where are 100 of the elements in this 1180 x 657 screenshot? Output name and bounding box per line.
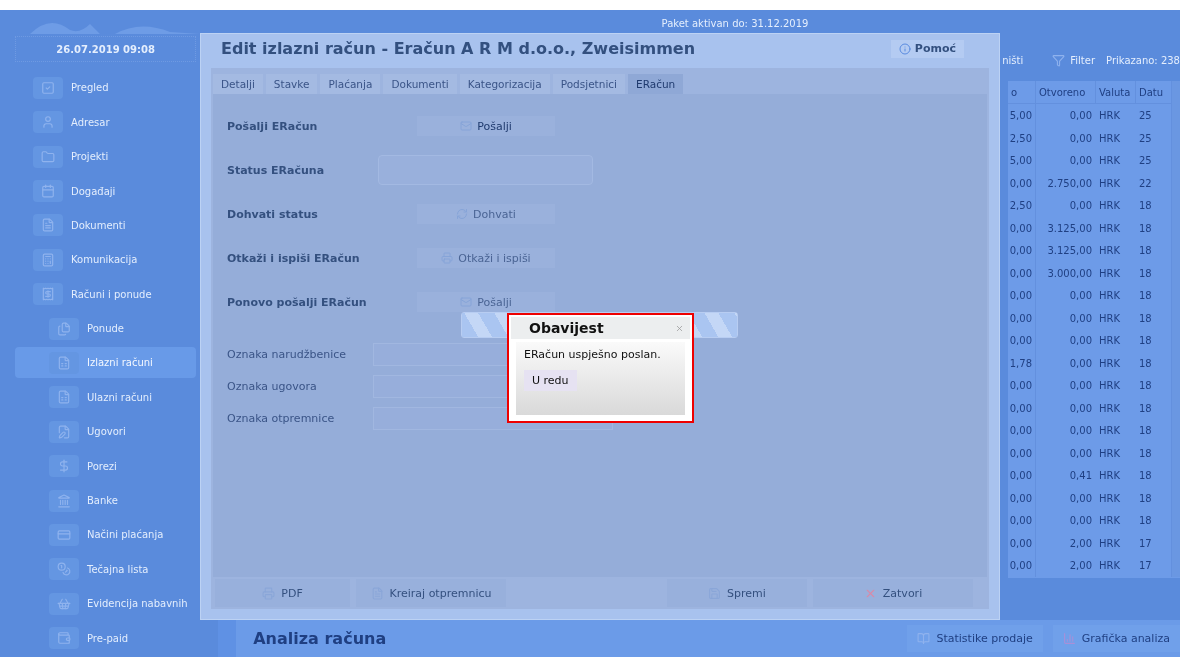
table-cell: 0,00 (1008, 374, 1036, 397)
ok-button[interactable]: U redu (524, 370, 577, 391)
toolbar-button[interactable]: ništi (1002, 54, 1024, 66)
table-cell-text: 2.750,00 (1046, 176, 1093, 191)
table-cell: 22 (1136, 171, 1172, 195)
analysis-title: Analiza računa (253, 629, 388, 648)
field-label: Pošalji ERačun (227, 119, 319, 133)
coins-icon (49, 558, 79, 581)
table-cell: 18 (1136, 419, 1172, 442)
table-cell: 18 (1136, 261, 1172, 285)
table-cell: 0,00 (1008, 486, 1036, 510)
sidebar-item[interactable]: Ugovori (15, 416, 197, 448)
sidebar-item[interactable]: Pregled (15, 72, 197, 104)
footer-button[interactable]: Kreiraj otpremnicu (356, 579, 506, 607)
info-icon (898, 42, 911, 55)
table-cell-text: 0,00 (1068, 424, 1093, 439)
table-cell-text: 0,41 (1068, 469, 1093, 484)
bank-icon (49, 489, 79, 512)
receipt-icon (33, 283, 63, 306)
sidebar-item[interactable]: Ponude (15, 313, 197, 345)
table-cell-text: HRK (1098, 401, 1122, 416)
table-cell-text: HRK (1098, 379, 1122, 394)
sidebar-item[interactable]: Tečajna lista (15, 553, 197, 585)
help-button[interactable]: Pomoć (890, 39, 964, 58)
table-cell: 0,00 (1008, 509, 1036, 532)
table-cell: 25 (1136, 126, 1172, 150)
filter-button[interactable]: Filter (1070, 54, 1096, 66)
wallet-icon (49, 627, 79, 650)
sidebar-item[interactable]: Izlazni računi (15, 347, 197, 379)
table-cell-text: HRK (1098, 266, 1122, 281)
table-cell-text: 3.000,00 (1046, 266, 1093, 281)
footer-button[interactable]: Spremi (667, 579, 807, 607)
document-icon (33, 214, 63, 237)
sidebar-item[interactable]: Porezi (15, 450, 197, 482)
footer-button[interactable]: Zatvori (813, 579, 973, 607)
sidebar-item[interactable]: Projekti (15, 141, 197, 173)
analysis-button[interactable]: Grafička analiza (1052, 625, 1180, 652)
column-header[interactable]: Valuta (1096, 81, 1136, 105)
table-cell-text: 2,00 (1068, 536, 1093, 551)
table-cell-text: HRK (1098, 514, 1122, 529)
table-cell-text: 0,00 (1068, 491, 1093, 506)
column-header[interactable]: Otvoreno (1036, 81, 1096, 105)
table-cell: 0,00 (1008, 239, 1036, 262)
column-header[interactable]: o (1008, 81, 1036, 105)
sidebar-item[interactable]: Pre-paid (15, 622, 197, 654)
analysis-button[interactable]: Statistike prodaje (907, 625, 1043, 652)
tab[interactable]: Podsjetnici (552, 74, 625, 94)
table-cell: 18 (1136, 509, 1172, 532)
table-cell-text: HRK (1098, 559, 1122, 574)
table-cell-text: 0,00 (1068, 109, 1093, 124)
sidebar-item[interactable]: Ulazni računi (15, 381, 197, 413)
sidebar-item[interactable]: Načini plaćanja (15, 519, 197, 551)
tab[interactable]: Stavke (265, 74, 318, 94)
tab[interactable]: Dokumenti (383, 74, 457, 94)
table-cell: 18 (1136, 441, 1172, 465)
table-cell-text: HRK (1098, 109, 1122, 124)
table-cell-text: HRK (1098, 446, 1122, 461)
alert-title: Obavijest (529, 320, 604, 336)
sidebar-item[interactable]: Adresar (15, 106, 197, 138)
table-cell: 18 (1136, 239, 1172, 262)
table-cell-text: 0,00 (1068, 514, 1093, 529)
sidebar-item[interactable]: Računi i ponude (15, 278, 197, 310)
table-cell-text: HRK (1098, 536, 1122, 551)
tab[interactable]: Detalji (213, 74, 263, 94)
documents-icon (49, 317, 79, 340)
table-cell: 18 (1136, 216, 1172, 240)
table-cell: 18 (1136, 284, 1172, 307)
card-icon (49, 523, 79, 546)
table-cell: 0,00 (1008, 419, 1036, 442)
dollar-icon (49, 455, 79, 478)
table-cell-text: 0,00 (1068, 334, 1093, 349)
table-cell-text: HRK (1098, 356, 1122, 371)
table-cell-text: 0,00 (1068, 356, 1093, 371)
table-cell: 0,00 (1008, 396, 1036, 420)
table-cell-text: 0,00 (1068, 379, 1093, 394)
sidebar-item[interactable]: Banke (15, 485, 197, 517)
table-cell: 18 (1136, 464, 1172, 487)
filter-icon (1052, 53, 1066, 67)
tab[interactable]: Kategorizacija (459, 74, 550, 94)
table-cell: 0,00 (1008, 554, 1036, 577)
tab[interactable]: Plaćanja (320, 74, 381, 94)
table-cell: 5,00 (1008, 149, 1036, 172)
invoice-icon (49, 386, 79, 409)
action-button[interactable]: Pošalji (417, 116, 555, 136)
table-cell: 0,00 (1008, 216, 1036, 240)
table-cell: 2,50 (1008, 194, 1036, 217)
invoice-icon (49, 352, 79, 374)
table-cell: 0,00 (1008, 464, 1036, 487)
sidebar-item[interactable]: Dokumenti (15, 209, 197, 241)
table-cell: 5,00 (1008, 104, 1036, 127)
tab[interactable]: ERačun (628, 74, 684, 94)
field-label: Status ERačuna (227, 163, 326, 177)
table-cell-text: HRK (1098, 491, 1122, 506)
sidebar-item[interactable]: Evidencija nabavnih (15, 588, 197, 620)
sidebar-item[interactable]: Komunikacija (15, 244, 197, 276)
footer-button[interactable]: PDF (215, 579, 350, 607)
sidebar-item[interactable]: Događaji (15, 175, 197, 207)
table-cell: 0,00 (1008, 171, 1036, 195)
table-cell: 18 (1136, 329, 1172, 352)
field-label: Otkaži i ispiši ERačun (227, 251, 361, 265)
